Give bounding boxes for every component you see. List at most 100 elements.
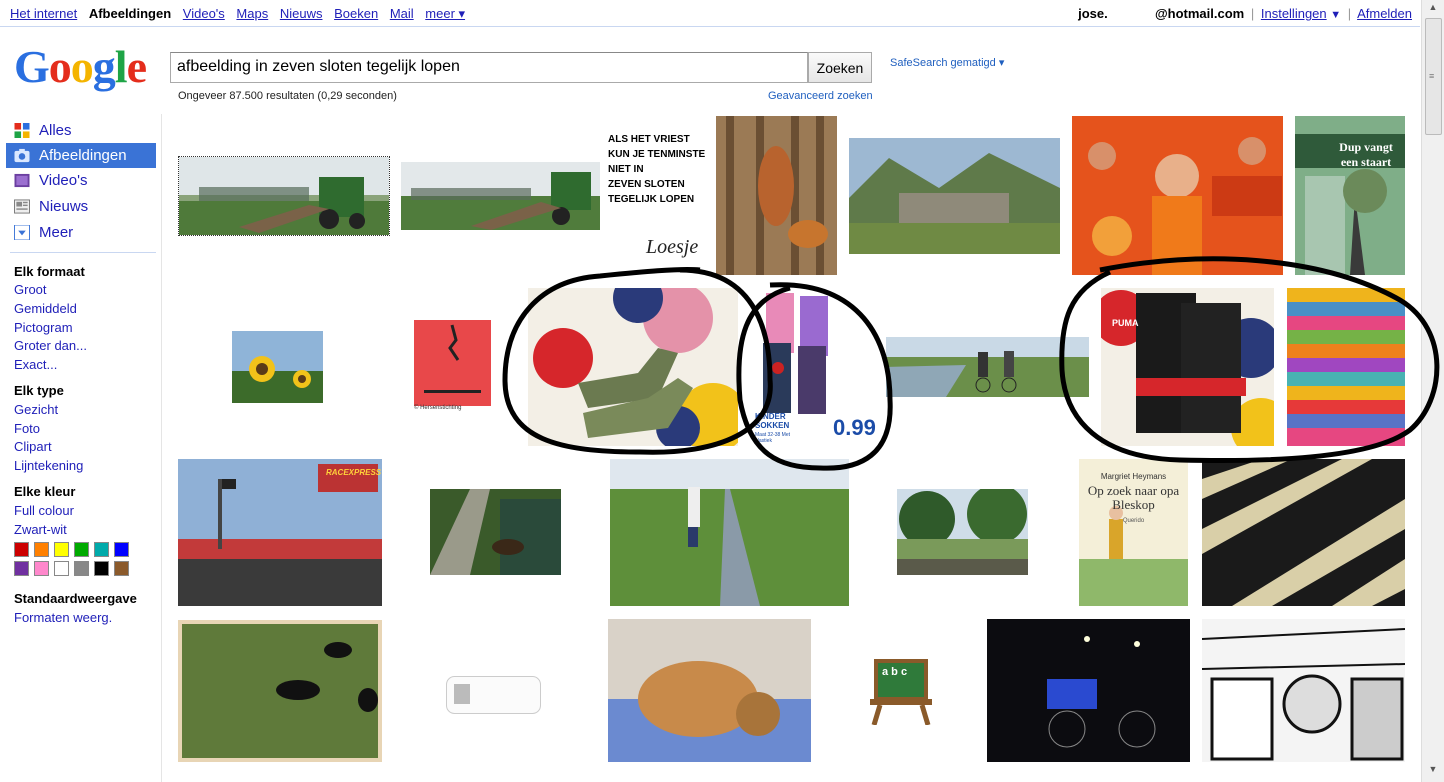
search-input[interactable] — [171, 53, 803, 80]
left-nav: Alles Afbeeldingen Video's Nieuws Meer E… — [0, 114, 162, 782]
book-dup-title: Dup vangt een staart — [1339, 140, 1393, 169]
account-email: @hotmail.com — [1154, 6, 1245, 21]
nav-item-label: Nieuws — [39, 198, 89, 215]
topnav-mail[interactable]: Mail — [390, 6, 414, 21]
google-logo[interactable]: Google — [14, 40, 147, 93]
book-opa-publisher: Querido — [1122, 518, 1145, 524]
image-result-tractor-2[interactable] — [401, 162, 600, 230]
image-result-dog-path[interactable] — [430, 489, 561, 575]
topnav-web[interactable]: Het internet — [10, 6, 77, 21]
nav-item-images[interactable]: Afbeeldingen — [6, 143, 156, 168]
image-result-sunflowers[interactable] — [232, 331, 323, 403]
search-button[interactable]: Zoeken — [808, 52, 872, 83]
nav-item-label: Video's — [39, 172, 88, 189]
poster-text: Als het vriest kun je tenminste niet in … — [608, 134, 706, 205]
topnav-maps[interactable]: Maps — [236, 6, 268, 21]
image-result-puma-socks[interactable] — [1101, 288, 1274, 446]
image-result-ditch-jump[interactable] — [610, 459, 849, 606]
nav-item-more[interactable]: Meer — [6, 220, 156, 245]
nav-item-videos[interactable]: Video's — [6, 168, 156, 193]
image-result-book-opa[interactable] — [1079, 459, 1188, 606]
color-swatch[interactable] — [54, 542, 69, 557]
color-swatch[interactable] — [74, 542, 89, 557]
all-icon — [14, 123, 30, 138]
image-result-green-socks[interactable] — [528, 288, 738, 446]
sock-label: KINDER SOKKEN — [755, 412, 790, 430]
scroll-down-icon[interactable]: ▼ — [1425, 764, 1441, 778]
results-stats: Ongeveer 87.500 resultaten (0,29 seconde… — [178, 90, 397, 102]
top-bar: Het internet Afbeeldingen Video's Maps N… — [0, 0, 1420, 27]
image-caption: © Hersenstichting — [414, 405, 462, 411]
settings-arrow-icon[interactable]: ▼ — [1330, 9, 1341, 21]
topnav-books[interactable]: Boeken — [334, 6, 378, 21]
format-larger-than[interactable]: Groter dan... — [14, 338, 87, 353]
image-result-cartoon-room[interactable] — [1202, 619, 1405, 762]
image-result-fox-fence[interactable] — [716, 116, 837, 275]
image-result-red-cartoon[interactable] — [414, 320, 491, 413]
view-heading[interactable]: Standaardweergave — [14, 591, 137, 606]
color-swatch[interactable] — [54, 561, 69, 576]
poster-signature: Loesje — [646, 236, 699, 258]
image-result-race-crowd[interactable] — [178, 459, 382, 606]
format-exact[interactable]: Exact... — [14, 357, 57, 372]
image-result-striped-socks[interactable] — [1287, 288, 1405, 446]
color-swatch[interactable] — [94, 561, 109, 576]
puma-label: PUMA — [1112, 318, 1139, 328]
topnav-news[interactable]: Nieuws — [280, 6, 323, 21]
scroll-up-icon[interactable]: ▲ — [1425, 2, 1441, 16]
topnav-images[interactable]: Afbeeldingen — [89, 6, 171, 21]
topnav-more[interactable]: meer ▾ — [425, 6, 465, 21]
chevron-down-icon — [14, 225, 30, 240]
safesearch-dropdown[interactable]: SafeSearch gematigd ▾ — [890, 56, 1004, 69]
image-result-tractor-1[interactable] — [178, 156, 390, 236]
color-bw[interactable]: Zwart-wit — [14, 522, 67, 537]
type-lineart[interactable]: Lijntekening — [14, 458, 83, 473]
newspaper-icon — [14, 199, 30, 214]
account-bar: jose. @hotmail.com | Instellingen ▼ | Af… — [1078, 6, 1412, 21]
image-result-cyclists[interactable] — [886, 337, 1089, 397]
format-icon[interactable]: Pictogram — [14, 320, 73, 335]
color-heading[interactable]: Elke kleur — [14, 484, 75, 499]
type-heading[interactable]: Elk type — [14, 383, 64, 398]
signout-link[interactable]: Afmelden — [1357, 6, 1412, 21]
camera-icon — [14, 148, 30, 163]
color-swatch[interactable] — [34, 561, 49, 576]
image-result-kitten[interactable] — [608, 619, 811, 762]
color-swatch[interactable] — [114, 561, 129, 576]
scrollbar-thumb[interactable]: ≡ — [1425, 18, 1442, 135]
image-result-black-dogs[interactable] — [178, 620, 382, 762]
color-swatch[interactable] — [94, 542, 109, 557]
color-full[interactable]: Full colour — [14, 503, 74, 518]
book-opa-author: Margriet Heymans — [1100, 472, 1167, 481]
format-medium[interactable]: Gemiddeld — [14, 301, 77, 316]
format-large[interactable]: Groot — [14, 282, 47, 297]
scrollbar[interactable]: ▲ ≡ ▼ — [1421, 0, 1444, 782]
image-result-ruins[interactable] — [849, 138, 1060, 254]
abc-text: a b c — [882, 666, 908, 678]
color-swatch[interactable] — [34, 542, 49, 557]
image-result-placeholder[interactable] — [446, 676, 541, 714]
topnav-videos[interactable]: Video's — [183, 6, 225, 21]
color-swatch[interactable] — [114, 542, 129, 557]
race-label: RACEXPRESS — [326, 468, 382, 477]
type-clipart[interactable]: Clipart — [14, 439, 52, 454]
color-swatch[interactable] — [14, 542, 29, 557]
format-heading[interactable]: Elk formaat — [14, 264, 85, 279]
film-icon — [14, 173, 30, 188]
image-result-orange-fans[interactable] — [1072, 116, 1283, 275]
view-sizes-link[interactable]: Formaten weerg. — [14, 610, 112, 625]
image-result-night-cyclists[interactable] — [987, 619, 1190, 762]
settings-link[interactable]: Instellingen — [1261, 6, 1327, 21]
color-swatch[interactable] — [74, 561, 89, 576]
image-result-crosswalk[interactable] — [1202, 459, 1405, 606]
nav-item-all[interactable]: Alles — [6, 118, 156, 143]
image-result-park-pond[interactable] — [897, 489, 1028, 575]
type-face[interactable]: Gezicht — [14, 402, 58, 417]
type-photo[interactable]: Foto — [14, 421, 40, 436]
advanced-search-link[interactable]: Geavanceerd zoeken — [768, 90, 873, 102]
sock-sublabel: Maat 32-38 Met elastiek — [755, 432, 791, 444]
sock-price: 0.99 — [833, 415, 876, 440]
color-swatch[interactable] — [14, 561, 29, 576]
nav-item-news[interactable]: Nieuws — [6, 194, 156, 219]
nav-divider — [10, 252, 156, 253]
